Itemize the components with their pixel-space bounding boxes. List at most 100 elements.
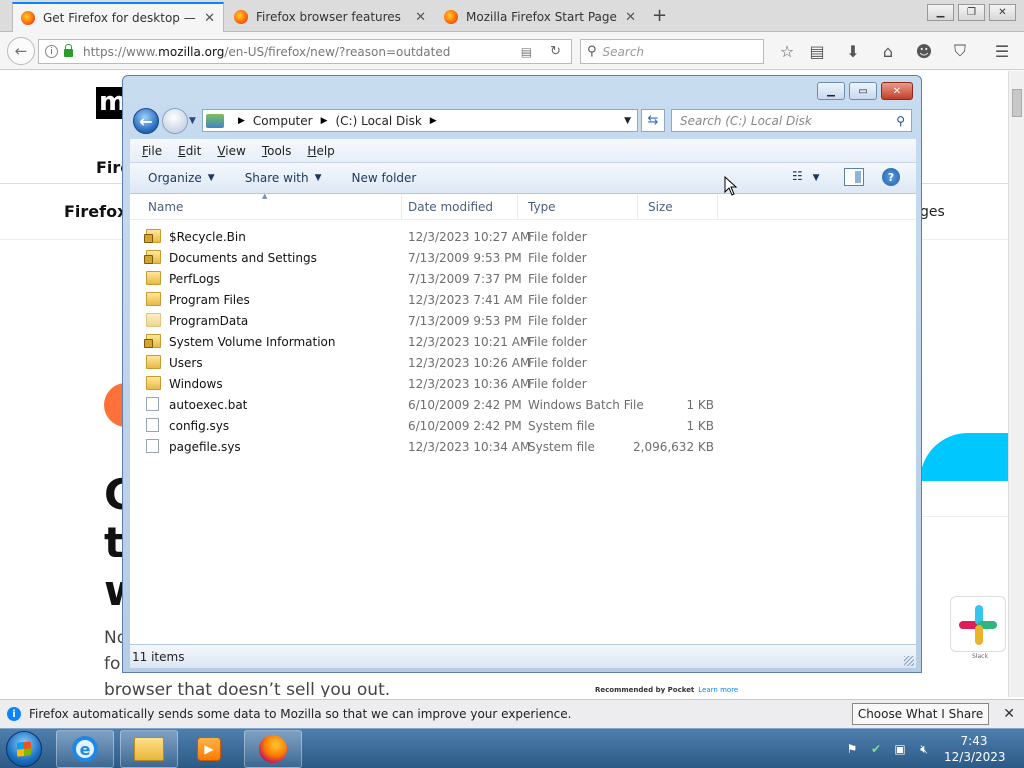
scrollbar-thumb[interactable]	[1012, 89, 1022, 117]
hamburger-menu-icon[interactable]: ☰	[991, 40, 1013, 62]
menu-view[interactable]: View	[217, 144, 245, 158]
taskbar-explorer[interactable]	[120, 730, 178, 768]
column-date-modified[interactable]: Date modified	[398, 194, 518, 220]
resize-grip-icon[interactable]	[904, 656, 914, 666]
explorer-back-button[interactable]: ←	[133, 108, 159, 134]
explorer-search-input[interactable]: Search (C:) Local Disk ⚲	[671, 109, 912, 132]
tab-title: Get Firefox for desktop — ...	[43, 11, 199, 25]
slack-label: Slack	[972, 653, 988, 660]
system-file-icon	[146, 418, 159, 432]
share-with-button[interactable]: Share with ▼	[245, 171, 322, 185]
tab-firefox-features[interactable]: Firefox browser features ✕	[226, 2, 434, 32]
organize-button[interactable]: Organize ▼	[148, 171, 215, 185]
explorer-maximize-button[interactable]: ▭	[849, 82, 877, 100]
change-view-icon[interactable]: ☷ ▼	[792, 169, 820, 183]
folder-icon	[146, 355, 161, 369]
bookmark-star-icon[interactable]: ☆	[776, 40, 798, 62]
minimize-button[interactable]: ▁	[927, 4, 954, 21]
downloads-icon[interactable]: ⬇	[842, 40, 864, 62]
address-dropdown-icon[interactable]: ▼	[624, 116, 631, 126]
computer-icon	[206, 113, 224, 128]
taskbar-firefox[interactable]	[244, 730, 302, 768]
file-row[interactable]: System Volume Information 12/3/2023 10:21…	[140, 331, 720, 352]
taskbar-clock[interactable]: 7:43 12/3/2023	[944, 733, 1006, 765]
close-window-button[interactable]: ✕	[989, 4, 1016, 21]
network-icon[interactable]: ▣	[892, 741, 908, 757]
notification-bar: i Firefox automatically sends some data …	[0, 699, 1024, 728]
file-row[interactable]: PerfLogs 7/13/2009 7:37 PM File folder	[140, 268, 720, 289]
page-scrollbar[interactable]	[1008, 71, 1024, 697]
search-bar[interactable]: ⚲ Search	[580, 39, 764, 64]
new-folder-button[interactable]: New folder	[352, 171, 417, 185]
menu-tools[interactable]: Tools	[262, 144, 292, 158]
maximize-button[interactable]: ❐	[958, 4, 985, 21]
page-subnav-item[interactable]: Firefox	[64, 202, 127, 221]
taskbar-internet-explorer[interactable]: e	[56, 730, 114, 768]
file-row[interactable]: Users 12/3/2023 10:26 AM File folder	[140, 352, 720, 373]
explorer-refresh-button[interactable]: ⇆	[641, 109, 665, 132]
file-list: Name ▲ Date modified Type Size $Recycle.…	[130, 192, 916, 644]
file-row[interactable]: pagefile.sys 12/3/2023 10:34 AM System fil…	[140, 436, 720, 457]
tab-close-icon[interactable]: ✕	[415, 10, 426, 25]
file-row[interactable]: Program Files 12/3/2023 7:41 AM File folde…	[140, 289, 720, 310]
volume-muted-icon[interactable]: 🔇︎	[916, 741, 932, 757]
windows-logo-icon	[17, 741, 31, 757]
breadcrumb-chevron-icon[interactable]: ▶	[321, 116, 328, 126]
sync-icon[interactable]: ☻	[913, 40, 935, 62]
explorer-close-button[interactable]: ✕	[881, 82, 913, 100]
lock-icon	[64, 44, 73, 57]
learn-more-link[interactable]: Learn more	[698, 686, 738, 694]
chevron-down-icon: ▼	[207, 173, 215, 183]
explorer-menu-bar: File Edit View Tools Help	[130, 139, 916, 163]
file-row[interactable]: ProgramData 7/13/2009 9:53 PM File folder	[140, 310, 720, 331]
column-name[interactable]: Name	[138, 194, 402, 220]
internet-explorer-icon: e	[72, 736, 98, 762]
page-subnav-item[interactable]: ges	[920, 204, 945, 220]
breadcrumb-chevron-icon[interactable]: ▶	[430, 116, 437, 126]
breadcrumb-computer[interactable]: Computer	[253, 114, 313, 128]
file-row[interactable]: Documents and Settings 7/13/2009 9:53 PM F…	[140, 247, 720, 268]
reader-view-icon[interactable]: ▤	[521, 45, 532, 59]
recent-pages-chevron-icon[interactable]: ▼	[189, 116, 196, 126]
new-tab-button[interactable]: +	[652, 5, 667, 26]
help-icon[interactable]: ?	[882, 168, 900, 186]
taskbar-media-player[interactable]: ▶	[180, 730, 238, 768]
menu-help[interactable]: Help	[307, 144, 334, 158]
file-row[interactable]: autoexec.bat 6/10/2009 2:42 PM Windows Bat…	[140, 394, 720, 415]
explorer-command-bar: Organize ▼ Share with ▼ New folder ☷ ▼ ?	[130, 163, 916, 194]
tab-close-icon[interactable]: ✕	[204, 11, 215, 26]
url-bar[interactable]: i https://www.mozilla.org/en-US/firefox/…	[38, 39, 572, 64]
breadcrumb-chevron-icon[interactable]: ▶	[238, 116, 245, 126]
folder-icon	[146, 313, 161, 327]
action-center-flag-icon[interactable]: ⚑	[844, 741, 860, 757]
explorer-forward-button[interactable]	[162, 108, 188, 134]
breadcrumb-local-disk[interactable]: (C:) Local Disk	[336, 114, 422, 128]
preview-pane-icon[interactable]	[844, 168, 864, 186]
security-shield-icon[interactable]: ✔	[868, 741, 884, 757]
file-row[interactable]: Windows 12/3/2023 10:36 AM File folder	[140, 373, 720, 394]
library-icon[interactable]: ▤	[806, 40, 828, 62]
start-button[interactable]	[6, 731, 42, 767]
tab-get-firefox[interactable]: Get Firefox for desktop — ... ✕	[12, 2, 224, 32]
column-size[interactable]: Size	[638, 194, 718, 220]
clock-time: 7:43	[960, 734, 988, 748]
explorer-minimize-button[interactable]: ▁	[817, 82, 845, 100]
reload-icon[interactable]: ↻	[550, 44, 561, 59]
file-row[interactable]: config.sys 6/10/2009 2:42 PM System file 1 …	[140, 415, 720, 436]
explorer-address-bar[interactable]: ▶ Computer ▶ (C:) Local Disk ▶ ▼	[202, 109, 638, 132]
tab-start-page[interactable]: Mozilla Firefox Start Page ✕	[436, 2, 644, 32]
choose-what-i-share-button[interactable]: Choose What I Share	[851, 703, 990, 725]
menu-file[interactable]: File	[142, 144, 162, 158]
menu-edit[interactable]: Edit	[178, 144, 201, 158]
back-button[interactable]: ←	[7, 37, 35, 65]
folder-icon	[146, 271, 161, 285]
tab-title: Mozilla Firefox Start Page	[466, 10, 617, 24]
firefox-favicon-icon	[234, 10, 248, 24]
column-type[interactable]: Type	[518, 194, 638, 220]
pocket-icon[interactable]: ⛉	[949, 40, 971, 62]
notification-close-icon[interactable]: ✕	[1003, 706, 1015, 722]
info-icon[interactable]: i	[45, 45, 58, 58]
home-icon[interactable]: ⌂	[877, 40, 899, 62]
file-row[interactable]: $Recycle.Bin 12/3/2023 10:27 AM File folde…	[140, 226, 720, 247]
tab-close-icon[interactable]: ✕	[625, 10, 636, 25]
